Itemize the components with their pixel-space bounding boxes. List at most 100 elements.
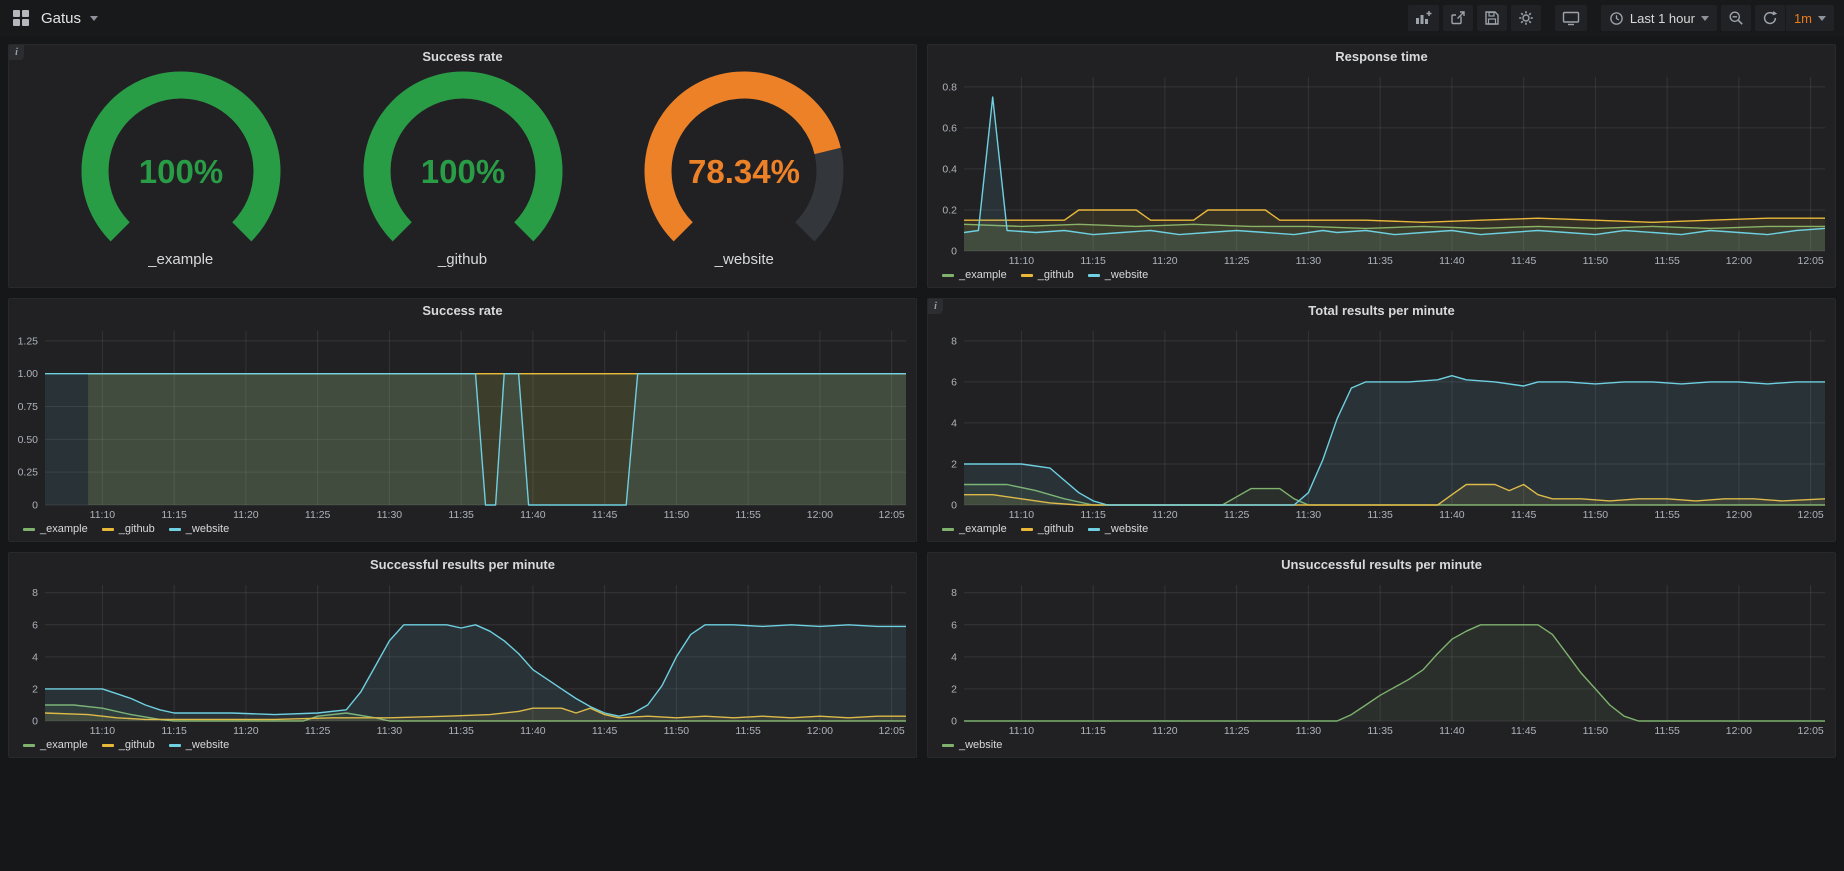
- legend-label: _github: [119, 739, 155, 751]
- svg-text:0: 0: [32, 716, 38, 728]
- chart-legend: _website: [928, 737, 1835, 757]
- svg-text:2: 2: [951, 458, 957, 470]
- svg-text:11:40: 11:40: [1439, 509, 1465, 521]
- svg-text:0.2: 0.2: [942, 204, 957, 216]
- legend-swatch-icon: [1021, 274, 1033, 277]
- legend-item-_github[interactable]: _github: [102, 523, 155, 535]
- svg-text:11:55: 11:55: [735, 725, 761, 737]
- refresh-button[interactable]: [1755, 5, 1785, 31]
- svg-text:0.25: 0.25: [18, 467, 39, 479]
- refresh-interval-caret-icon: [1818, 16, 1826, 21]
- panel-title[interactable]: Success rate: [9, 45, 916, 69]
- save-button[interactable]: [1477, 5, 1507, 31]
- gauge-row: 100%_example100%_github78.34%_website: [9, 69, 916, 287]
- y-axis-labels: 02468: [32, 587, 38, 727]
- cycle-view-button[interactable]: [1555, 5, 1587, 31]
- legend-item-_example[interactable]: _example: [942, 269, 1007, 281]
- panel-title[interactable]: Unsuccessful results per minute: [928, 553, 1835, 577]
- legend-item-_website[interactable]: _website: [942, 739, 1002, 751]
- svg-text:11:50: 11:50: [664, 725, 690, 737]
- legend-item-_example[interactable]: _example: [23, 523, 88, 535]
- svg-text:11:40: 11:40: [520, 509, 546, 521]
- legend-item-_website[interactable]: _website: [169, 523, 229, 535]
- dashboard-title[interactable]: Gatus: [41, 10, 81, 27]
- y-axis-labels: 02468: [951, 335, 957, 511]
- success-rate-chart[interactable]: 00.250.500.751.001.2511:1011:1511:2011:2…: [9, 323, 916, 521]
- legend-item-_example[interactable]: _example: [942, 523, 1007, 535]
- svg-text:11:50: 11:50: [664, 509, 690, 521]
- svg-text:12:05: 12:05: [1798, 509, 1824, 521]
- legend-swatch-icon: [1088, 274, 1100, 277]
- legend-item-_github[interactable]: _github: [1021, 523, 1074, 535]
- panel-title[interactable]: Successful results per minute: [9, 553, 916, 577]
- settings-button[interactable]: [1511, 5, 1541, 31]
- legend-label: _website: [186, 523, 229, 535]
- panel-title[interactable]: Success rate: [9, 299, 916, 323]
- svg-text:11:45: 11:45: [1511, 255, 1537, 267]
- response-time-chart[interactable]: 00.20.40.60.811:1011:1511:2011:2511:3011…: [928, 69, 1835, 267]
- total-results-chart[interactable]: 0246811:1011:1511:2011:2511:3011:3511:40…: [928, 323, 1835, 521]
- svg-text:11:35: 11:35: [448, 725, 474, 737]
- legend-item-_website[interactable]: _website: [1088, 523, 1148, 535]
- navbar: Gatus: [0, 0, 1844, 36]
- svg-text:0.50: 0.50: [18, 434, 39, 446]
- legend-swatch-icon: [102, 528, 114, 531]
- chart-svg: 0246811:1011:1511:2011:2511:3011:3511:40…: [928, 577, 1835, 737]
- svg-text:0.8: 0.8: [942, 81, 957, 93]
- svg-text:11:55: 11:55: [1654, 725, 1680, 737]
- x-axis-labels: 11:1011:1511:2011:2511:3011:3511:4011:45…: [90, 725, 905, 737]
- legend-swatch-icon: [942, 744, 954, 747]
- chart-svg: 00.20.40.60.811:1011:1511:2011:2511:3011…: [928, 69, 1835, 267]
- panel-info-icon[interactable]: i: [9, 45, 24, 60]
- successful-results-chart[interactable]: 0246811:1011:1511:2011:2511:3011:3511:40…: [9, 577, 916, 737]
- clock-icon: [1609, 11, 1624, 26]
- svg-text:0.6: 0.6: [942, 122, 957, 134]
- legend-swatch-icon: [1088, 528, 1100, 531]
- share-button[interactable]: [1443, 5, 1473, 31]
- svg-text:11:30: 11:30: [1296, 725, 1322, 737]
- svg-text:11:10: 11:10: [1009, 509, 1035, 521]
- chart-svg: 0246811:1011:1511:2011:2511:3011:3511:40…: [928, 323, 1835, 521]
- x-axis-labels: 11:1011:1511:2011:2511:3011:3511:4011:45…: [1009, 255, 1824, 267]
- share-icon: [1450, 10, 1466, 26]
- gauge-_website: 78.34%_website: [634, 71, 854, 268]
- legend-swatch-icon: [169, 528, 181, 531]
- dashboards-grid-icon[interactable]: [10, 7, 32, 29]
- add-panel-button[interactable]: [1408, 5, 1439, 31]
- panel-info-icon[interactable]: i: [928, 299, 943, 314]
- svg-text:11:30: 11:30: [1296, 509, 1322, 521]
- add-panel-icon: [1415, 10, 1432, 26]
- svg-text:12:05: 12:05: [1798, 725, 1824, 737]
- chart-legend: _example _github _website: [928, 521, 1835, 541]
- unsuccessful-results-chart[interactable]: 0246811:1011:1511:2011:2511:3011:3511:40…: [928, 577, 1835, 737]
- time-range-button[interactable]: Last 1 hour: [1601, 5, 1717, 31]
- panel-title[interactable]: Response time: [928, 45, 1835, 69]
- panel-title[interactable]: Total results per minute: [928, 299, 1835, 323]
- svg-text:11:45: 11:45: [592, 509, 618, 521]
- svg-text:11:30: 11:30: [377, 725, 403, 737]
- legend-item-_github[interactable]: _github: [1021, 269, 1074, 281]
- legend-item-_github[interactable]: _github: [102, 739, 155, 751]
- svg-text:11:50: 11:50: [1583, 255, 1609, 267]
- svg-text:12:00: 12:00: [807, 725, 833, 737]
- legend-swatch-icon: [942, 528, 954, 531]
- legend-item-_website[interactable]: _website: [1088, 269, 1148, 281]
- svg-text:12:00: 12:00: [1726, 255, 1752, 267]
- svg-text:11:15: 11:15: [1080, 509, 1106, 521]
- chart-legend: _example _github _website: [928, 267, 1835, 287]
- time-range-label: Last 1 hour: [1630, 11, 1695, 26]
- svg-text:12:00: 12:00: [807, 509, 833, 521]
- svg-text:11:10: 11:10: [1009, 255, 1035, 267]
- dashboard-dropdown-caret-icon[interactable]: [90, 16, 98, 21]
- chart-legend: _example _github _website: [9, 521, 916, 541]
- svg-text:8: 8: [951, 587, 957, 599]
- svg-text:11:15: 11:15: [161, 725, 187, 737]
- svg-text:12:00: 12:00: [1726, 725, 1752, 737]
- refresh-interval-button[interactable]: 1m: [1786, 5, 1834, 31]
- svg-text:0: 0: [951, 246, 957, 258]
- svg-text:11:55: 11:55: [1654, 255, 1680, 267]
- zoom-out-button[interactable]: [1721, 5, 1751, 31]
- svg-text:2: 2: [32, 683, 38, 695]
- legend-item-_website[interactable]: _website: [169, 739, 229, 751]
- legend-item-_example[interactable]: _example: [23, 739, 88, 751]
